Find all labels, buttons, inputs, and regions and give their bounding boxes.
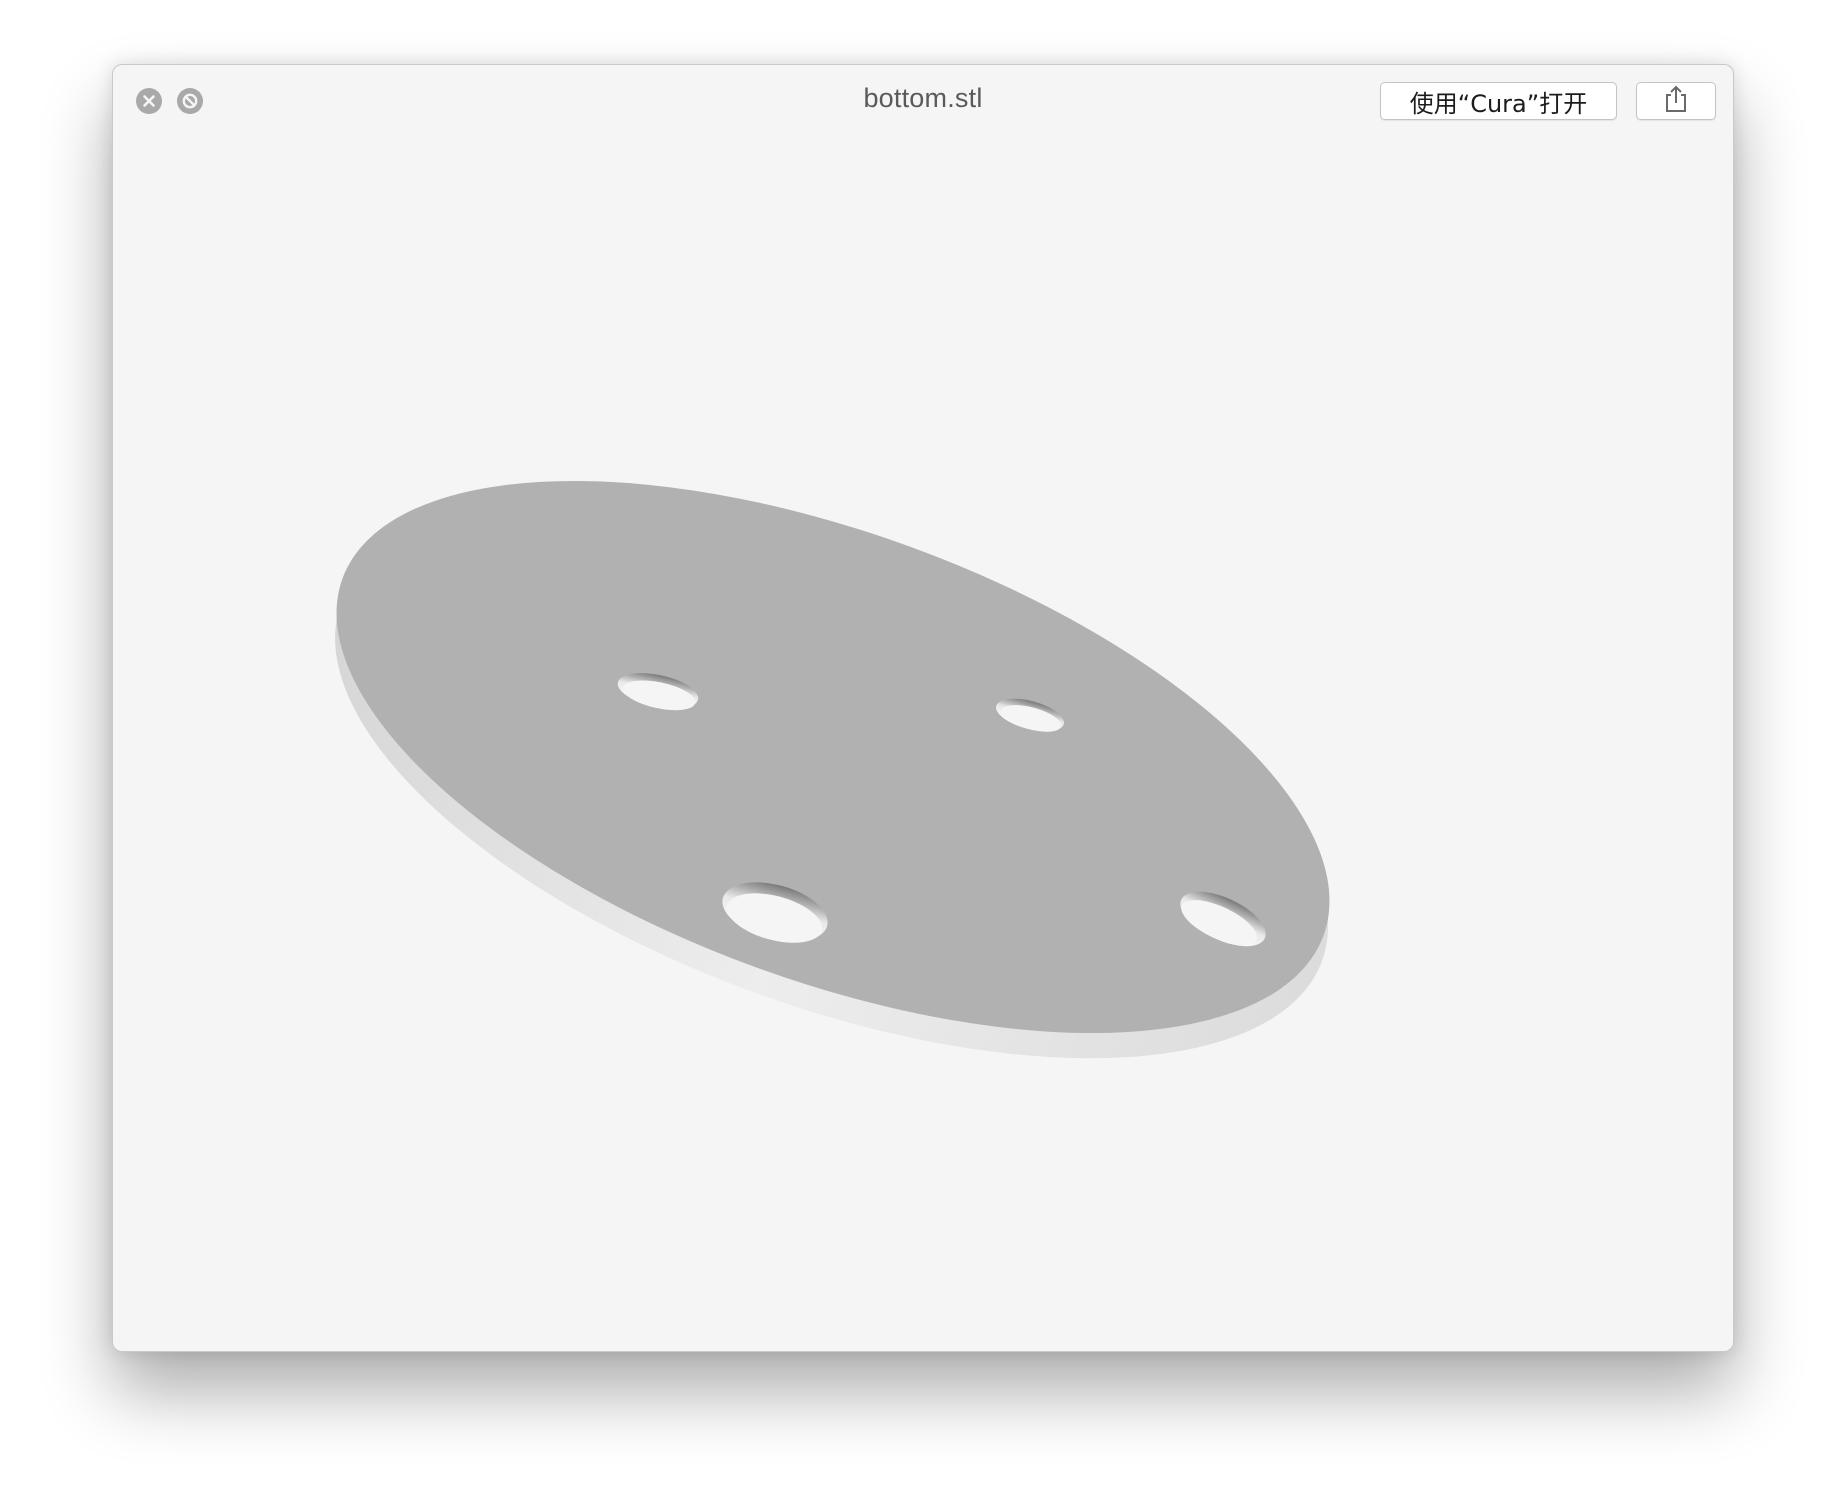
model-preview[interactable]	[113, 137, 1733, 1351]
title-bar: bottom.stl 使用“Cura”打开	[113, 65, 1733, 137]
stl-render	[335, 480, 1330, 1059]
share-button[interactable]	[1636, 82, 1716, 120]
share-icon	[1663, 84, 1689, 119]
quicklook-window: bottom.stl 使用“Cura”打开	[112, 64, 1734, 1352]
open-with-cura-button[interactable]: 使用“Cura”打开	[1380, 82, 1617, 120]
